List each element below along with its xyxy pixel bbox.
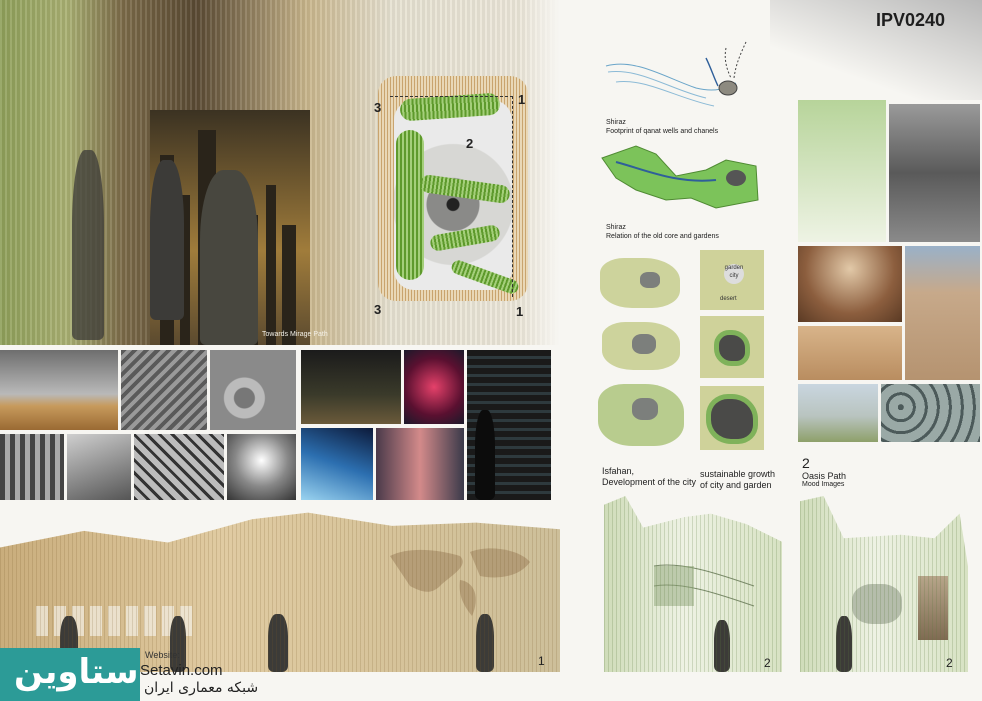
mood-image	[889, 104, 980, 242]
visitor-figure	[714, 620, 730, 672]
site-plan: 1 2 3 3 1	[360, 70, 540, 319]
website-label: Website:	[145, 650, 180, 660]
mood-image	[301, 428, 373, 500]
mood-image	[918, 576, 948, 640]
visitor-figure	[72, 150, 104, 340]
elevation-green	[800, 496, 968, 672]
visitor-figure	[836, 616, 852, 672]
world-map-graphic	[390, 548, 530, 616]
site-label: 2	[466, 136, 474, 151]
mood-image	[67, 434, 131, 500]
isfahan-caption: Isfahan, Development of the city	[602, 466, 697, 487]
visitor-figure	[268, 614, 288, 672]
elevation-number: 2	[764, 656, 771, 670]
hero-caption: Towards Mirage Path	[262, 331, 328, 338]
sustainable-caption: sustainable growth of city and garden	[700, 469, 776, 490]
mood-image	[798, 384, 878, 442]
mood-image	[798, 326, 902, 380]
city-circle: garden city	[724, 264, 744, 284]
mood-image	[0, 350, 118, 430]
elevation-number: 1	[538, 654, 545, 668]
visitor-figure	[200, 170, 258, 345]
website-url[interactable]: Setavin.com	[140, 662, 223, 679]
mood-image	[905, 246, 980, 380]
mood-image	[404, 350, 464, 424]
website-subtitle: شبکه معماری ایران	[144, 680, 259, 696]
isfahan-plans	[598, 256, 688, 451]
site-label: 3	[374, 100, 382, 115]
site-label: 3	[374, 302, 382, 317]
elevation-number: 2	[946, 656, 953, 670]
site-label: 1	[516, 304, 524, 319]
garden-map-graphic	[653, 564, 755, 607]
shiraz-map2-caption: Shiraz Relation of the old core and gard…	[606, 224, 719, 240]
mood-image	[798, 100, 886, 242]
elevation-green	[604, 496, 782, 672]
mood-image	[798, 246, 902, 322]
shiraz-map1-caption: Shiraz Footprint of qanat wells and chan…	[606, 119, 719, 135]
visitor-figure	[476, 614, 494, 672]
visitor-figure	[150, 160, 184, 320]
mood-image	[227, 434, 296, 500]
mood-image	[376, 428, 464, 500]
mood-image	[121, 350, 207, 430]
setavin-logo: ستاوین	[14, 652, 139, 692]
shiraz-qanat-map	[605, 41, 747, 107]
mood-image	[210, 350, 296, 430]
sustainable-diagrams: garden city desert	[700, 250, 764, 460]
board-code: IPV0240	[876, 10, 946, 30]
mood-image	[881, 384, 980, 442]
mood-image	[134, 434, 224, 500]
shiraz-gardens-map	[601, 145, 759, 209]
desert-label: desert	[720, 296, 737, 302]
site-label: 1	[518, 92, 526, 107]
oasis-caption: 2 Oasis Path Mood Images	[802, 455, 847, 488]
mood-image	[301, 350, 401, 424]
mood-image	[0, 434, 64, 500]
map-graphic	[852, 584, 902, 624]
mood-image	[467, 350, 551, 500]
